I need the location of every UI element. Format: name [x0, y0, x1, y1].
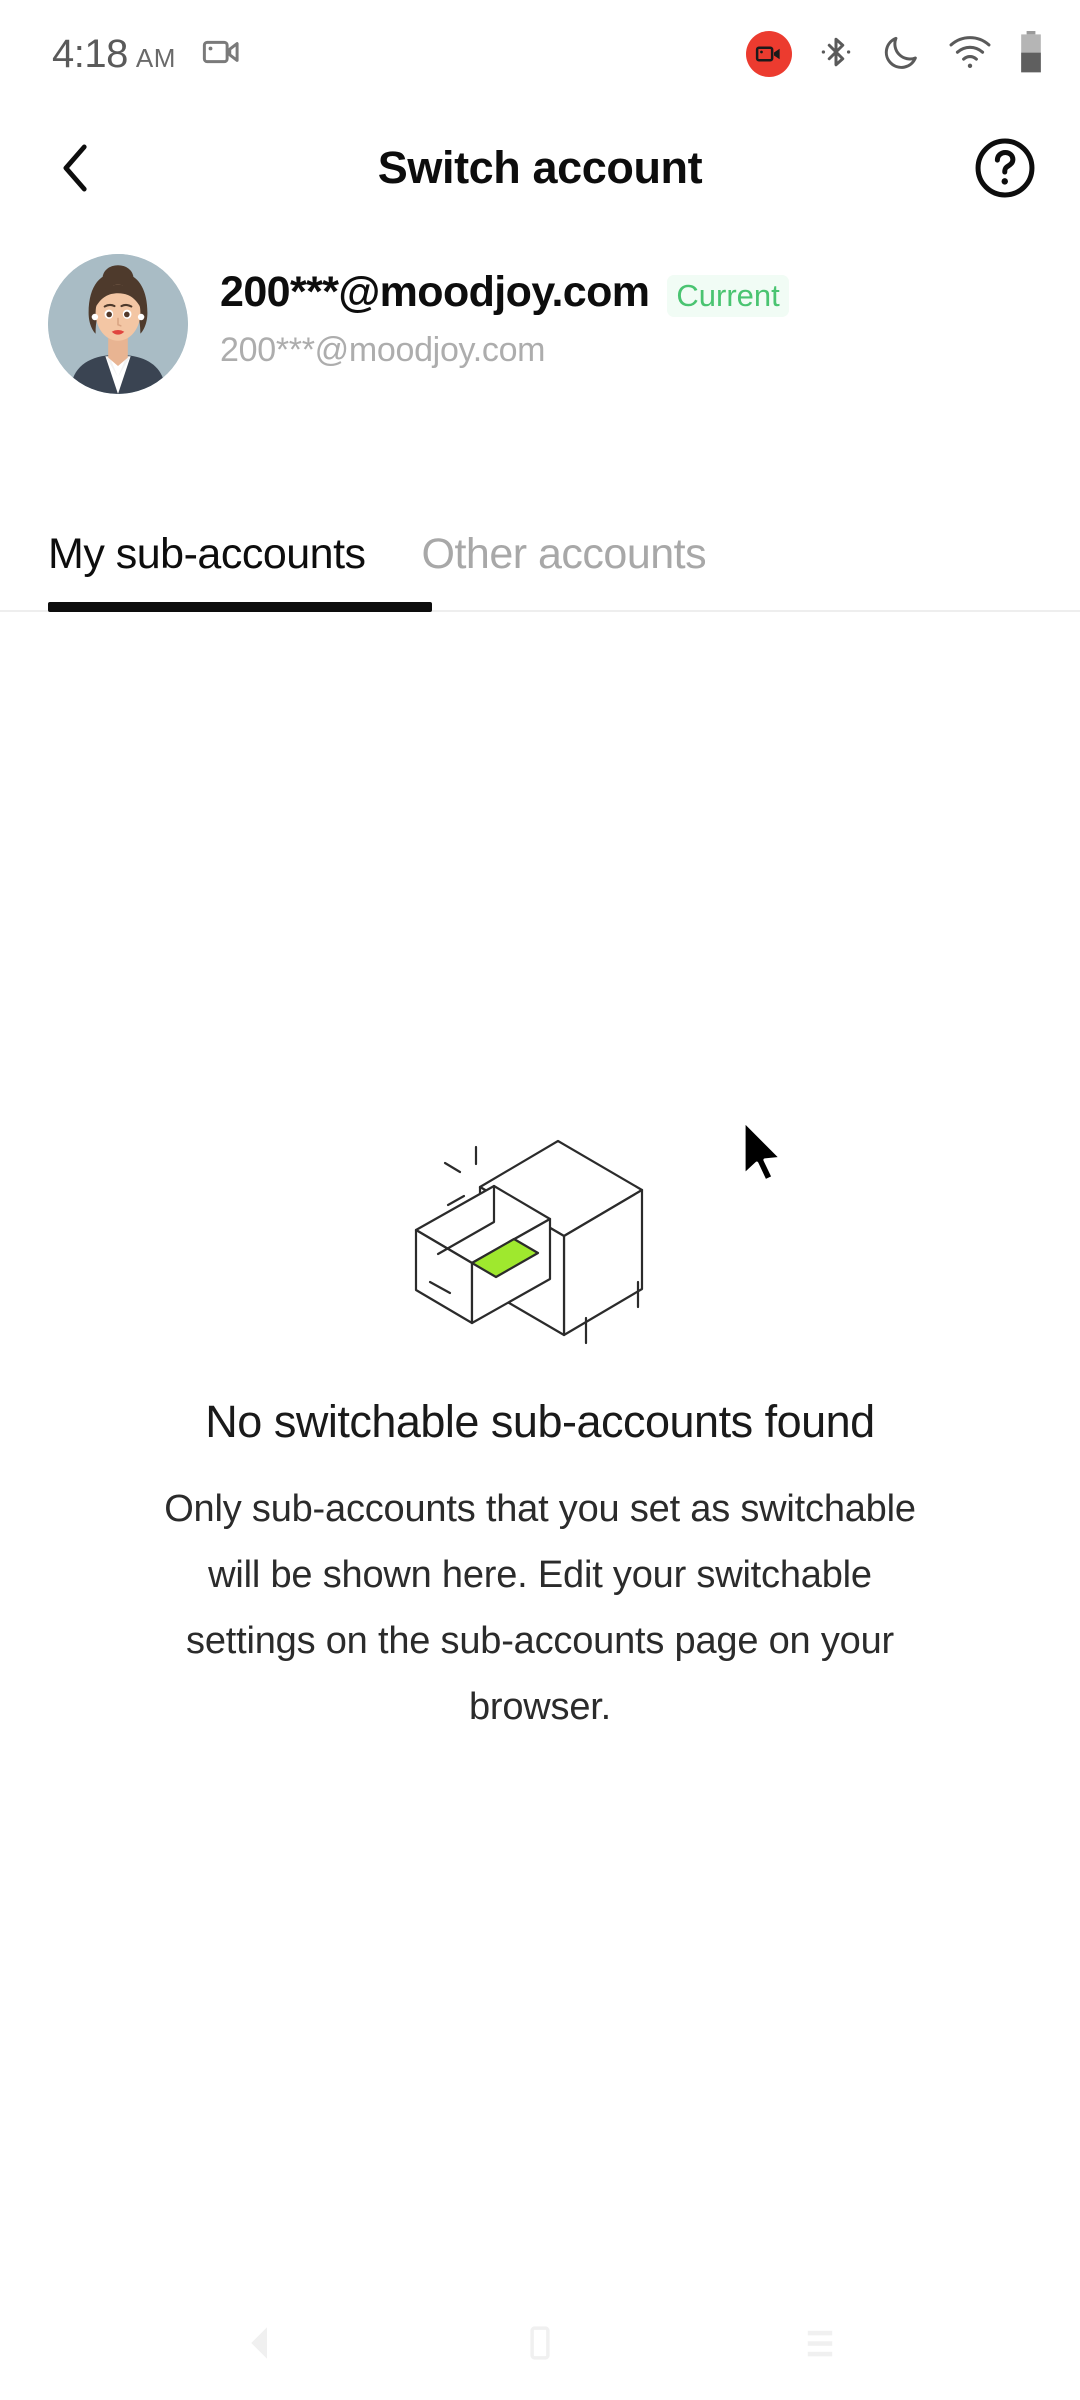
status-bar: 4:18 AM	[0, 0, 1080, 108]
avatar	[48, 254, 188, 394]
tab-other-accounts[interactable]: Other accounts	[422, 530, 707, 579]
tab-strip: My sub-accounts Other accounts	[0, 500, 1080, 608]
system-navigation-bar	[0, 2290, 1080, 2400]
empty-state: No switchable sub-accounts found Only su…	[0, 612, 1080, 2280]
account-subtitle: 200***@moodjoy.com	[220, 331, 546, 369]
page-title: Switch account	[377, 142, 703, 193]
status-bar-clock: 4:18 AM	[52, 31, 176, 76]
account-text-block: 200***@moodjoy.com Current 200***@moodjo…	[220, 254, 789, 370]
chevron-left-icon	[63, 144, 87, 192]
empty-state-description: Only sub-accounts that you set as switch…	[164, 1488, 916, 1728]
account-primary-line: 200***@moodjoy.com Current	[220, 268, 789, 317]
app-bar: Switch account	[0, 108, 1080, 228]
help-circle-icon	[975, 138, 1035, 198]
back-button[interactable]	[40, 132, 112, 204]
bluetooth-icon	[818, 32, 854, 77]
recents-nav-icon[interactable]	[799, 2322, 841, 2369]
home-nav-icon[interactable]	[519, 2322, 561, 2369]
tab-my-sub-accounts[interactable]: My sub-accounts	[48, 530, 366, 579]
tab-bar: My sub-accounts Other accounts	[0, 500, 1080, 612]
phone-screen: 4:18 AM Switch account 200***@moodjoy.co…	[0, 0, 1080, 2400]
wifi-icon	[948, 32, 992, 77]
current-account-row[interactable]: 200***@moodjoy.com Current 200***@moodjo…	[0, 246, 1080, 424]
screen-record-icon	[200, 31, 242, 78]
battery-icon	[1018, 30, 1044, 79]
status-bar-left: 4:18 AM	[52, 31, 242, 78]
do-not-disturb-moon-icon	[880, 31, 922, 78]
screen-recording-active-icon	[746, 31, 792, 77]
tab-active-indicator	[48, 602, 432, 612]
help-button[interactable]	[966, 129, 1044, 207]
empty-drawer-cabinet-illustration	[390, 1130, 690, 1350]
account-email: 200***@moodjoy.com	[220, 268, 650, 316]
status-bar-right	[746, 30, 1044, 79]
back-nav-icon[interactable]	[239, 2322, 281, 2369]
status-badge: Current	[667, 275, 789, 317]
empty-state-title: No switchable sub-accounts found	[205, 1396, 875, 1447]
